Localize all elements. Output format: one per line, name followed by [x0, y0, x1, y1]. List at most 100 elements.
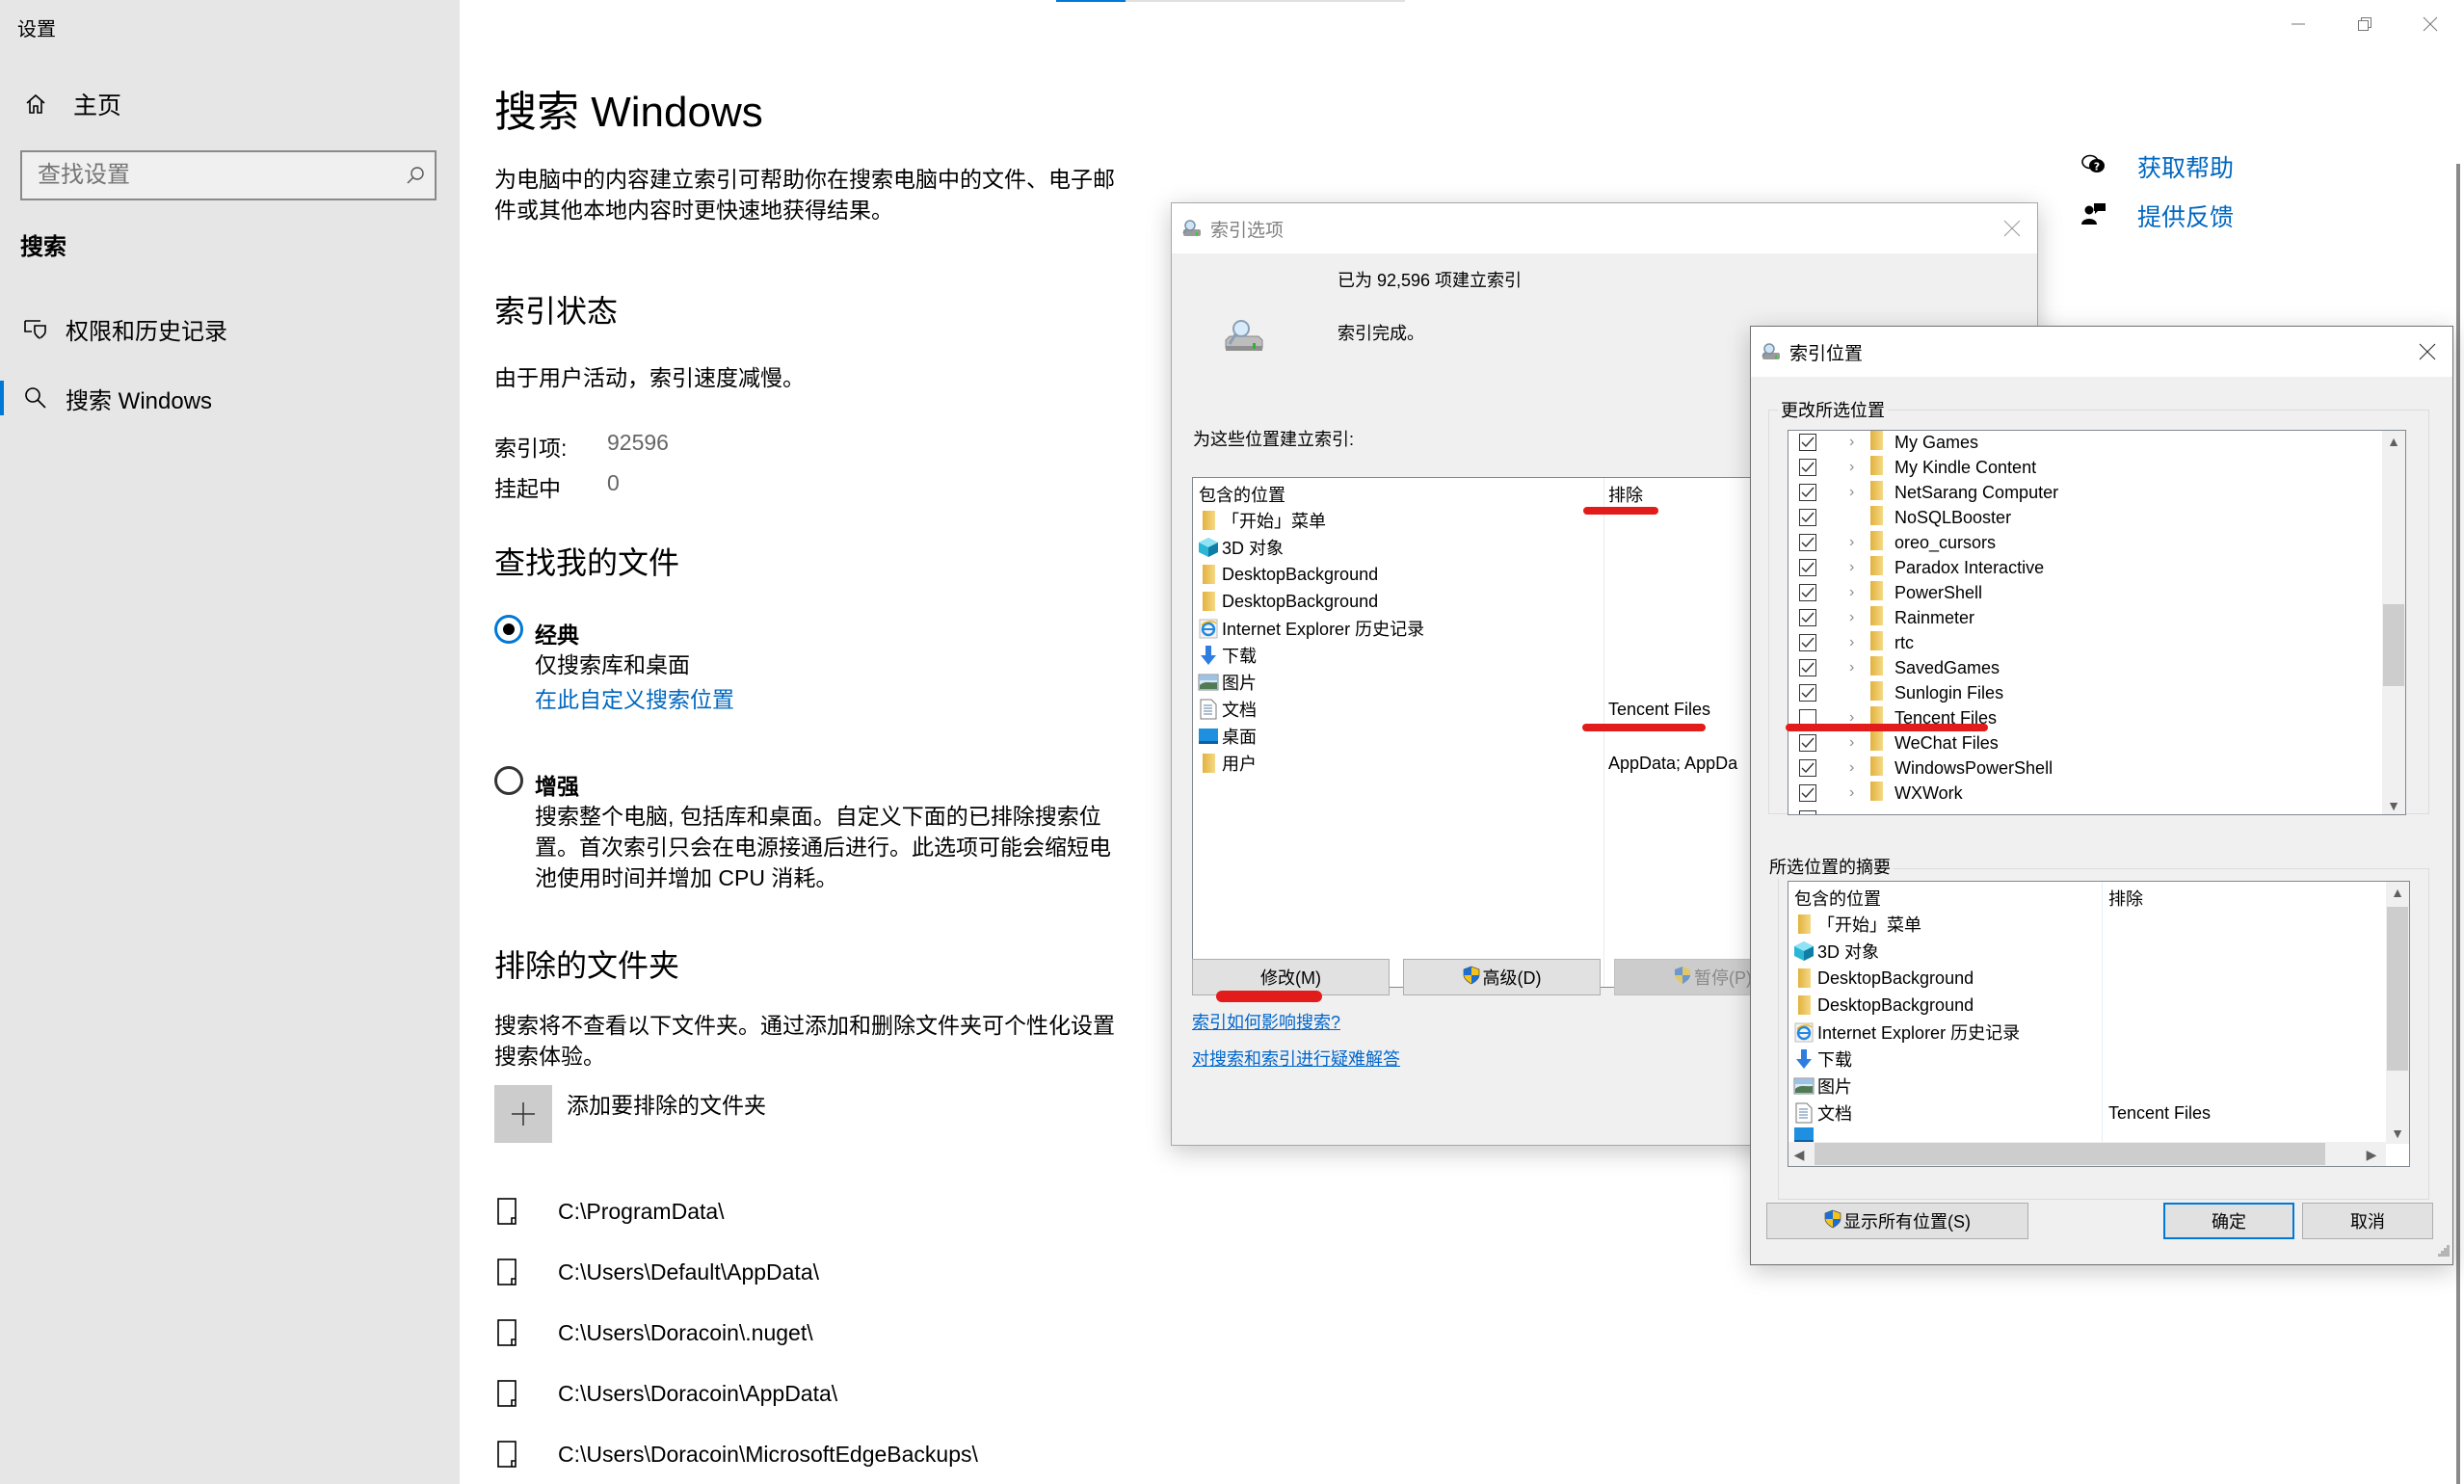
classic-option-title[interactable]: 经典 [535, 617, 579, 649]
minimize-button[interactable] [2269, 8, 2327, 40]
tree-row[interactable]: › My Kindle Content [1788, 455, 2036, 480]
excluded-folder-item[interactable]: C:\Users\Default\AppData\ [494, 1253, 819, 1291]
tree-row[interactable]: › WeChat Files [1788, 730, 1999, 755]
summary-list[interactable]: 包含的位置 排除 「开始」菜单 3D 对象 DesktopBackground Des… [1788, 881, 2410, 1167]
dialog-titlebar[interactable]: 索引选项 [1172, 203, 2037, 253]
indexed-location-row[interactable]: DesktopBackground [1197, 588, 1378, 615]
indexed-location-row[interactable]: 「开始」菜单 [1197, 507, 1326, 534]
tree-row[interactable]: › oreo_cursors [1788, 530, 1996, 555]
add-excluded-folder-button[interactable] [494, 1085, 552, 1143]
search-icon[interactable] [396, 166, 435, 185]
expand-chevron-icon[interactable]: › [1849, 459, 1865, 476]
excluded-folder-item[interactable]: C:\Users\Doracoin\AppData\ [494, 1374, 837, 1413]
summary-row[interactable]: 文档 [1792, 1100, 1852, 1126]
locations-tree[interactable]: › My Games › My Kindle Content › NetSarang Co… [1788, 430, 2406, 815]
indexed-location-row[interactable]: 图片 [1197, 669, 1257, 696]
expand-chevron-icon[interactable]: › [1849, 609, 1865, 626]
tree-row[interactable]: › Paradox Interactive [1788, 555, 2044, 580]
sidebar-item-permissions-history[interactable]: 权限和历史记录 [0, 302, 460, 356]
expand-chevron-icon[interactable]: › [1849, 634, 1865, 651]
expand-chevron-icon[interactable]: › [1849, 734, 1865, 752]
advanced-button[interactable]: 高级(D) [1403, 959, 1601, 995]
expand-chevron-icon[interactable]: › [1849, 659, 1865, 676]
enhanced-option-title[interactable]: 增强 [535, 768, 579, 801]
summary-horizontal-scrollbar[interactable]: ◀ ▶ [1788, 1142, 2386, 1166]
tree-checkbox[interactable] [1799, 810, 1816, 814]
expand-chevron-icon[interactable]: › [1849, 584, 1865, 601]
tree-checkbox[interactable] [1799, 584, 1816, 601]
give-feedback-link[interactable]: 提供反馈 [2081, 197, 2234, 235]
main-scrollbar[interactable] [2456, 164, 2460, 1484]
expand-chevron-icon[interactable]: › [1849, 559, 1865, 576]
expand-chevron-icon[interactable]: › [1849, 759, 1865, 777]
tree-row[interactable]: ›NoSQLBooster [1788, 505, 2011, 530]
expand-chevron-icon[interactable]: › [1849, 484, 1865, 501]
customize-search-locations-link[interactable]: 在此自定义搜索位置 [535, 681, 734, 714]
tree-checkbox[interactable] [1799, 559, 1816, 576]
expand-chevron-icon[interactable]: › [1849, 434, 1865, 451]
summary-column-included[interactable]: 包含的位置 [1794, 886, 1881, 911]
troubleshoot-link[interactable]: 对搜索和索引进行疑难解答 [1192, 1046, 1400, 1071]
indexed-location-row[interactable]: Internet Explorer 历史记录 [1197, 615, 1424, 642]
how-indexing-affects-link[interactable]: 索引如何影响搜索? [1192, 1009, 1340, 1034]
scroll-up-arrow[interactable]: ▲ [2386, 882, 2409, 903]
show-all-locations-button[interactable]: 显示所有位置(S) [1766, 1203, 2028, 1239]
settings-search-box[interactable] [20, 150, 437, 200]
scroll-thumb[interactable] [1815, 1143, 2325, 1165]
ok-button[interactable]: 确定 [2163, 1203, 2294, 1239]
summary-row[interactable]: 3D 对象 [1792, 938, 1879, 965]
dialog-close-button[interactable] [2412, 336, 2443, 367]
summary-row[interactable]: DesktopBackground [1792, 992, 1974, 1019]
excluded-folder-item[interactable]: C:\Users\Doracoin\MicrosoftEdgeBackups\ [494, 1435, 978, 1473]
tree-checkbox[interactable] [1799, 459, 1816, 476]
tree-row[interactable]: › SavedGames [1788, 655, 2000, 680]
tree-row[interactable]: › Rainmeter [1788, 605, 1974, 630]
tree-row[interactable]: › WXWork [1788, 781, 1963, 806]
column-header-included[interactable]: 包含的位置 [1199, 482, 1285, 507]
tree-checkbox[interactable] [1799, 434, 1816, 451]
tree-checkbox[interactable] [1799, 684, 1816, 702]
dialog-titlebar[interactable]: 索引位置 [1751, 327, 2452, 377]
close-window-button[interactable] [2401, 8, 2459, 40]
summary-vertical-scrollbar[interactable]: ▲ ▼ [2386, 882, 2409, 1144]
tree-checkbox[interactable] [1799, 634, 1816, 651]
scroll-thumb[interactable] [2387, 907, 2408, 1071]
resize-grip[interactable] [2438, 1244, 2450, 1261]
tree-row[interactable]: ›Sunlogin Files [1788, 680, 2003, 705]
expand-chevron-icon[interactable]: › [1849, 784, 1865, 802]
indexed-location-row[interactable]: 文档 [1197, 696, 1257, 723]
summary-row[interactable]: Internet Explorer 历史记录 [1792, 1019, 2020, 1046]
indexed-location-row[interactable]: 3D 对象 [1197, 534, 1284, 561]
indexed-location-row[interactable]: DesktopBackground [1197, 561, 1378, 588]
indexed-location-row[interactable]: 桌面 [1197, 723, 1257, 750]
tree-row[interactable]: › rtc [1788, 630, 1914, 655]
cancel-button[interactable]: 取消 [2302, 1203, 2433, 1239]
scroll-left-arrow[interactable]: ◀ [1788, 1144, 1810, 1165]
scroll-up-arrow[interactable]: ▲ [2382, 431, 2405, 452]
excluded-folder-item[interactable]: C:\ProgramData\ [494, 1192, 725, 1231]
tree-checkbox[interactable] [1799, 534, 1816, 551]
tree-row[interactable]: › NetSarang Computer [1788, 480, 2058, 505]
scroll-thumb[interactable] [2383, 604, 2404, 686]
add-excluded-folder-label[interactable]: 添加要排除的文件夹 [567, 1087, 766, 1120]
tree-checkbox[interactable] [1799, 509, 1816, 526]
get-help-link[interactable]: ? 获取帮助 [2081, 147, 2234, 186]
enhanced-radio[interactable] [494, 766, 523, 795]
summary-row[interactable]: DesktopBackground [1792, 965, 1974, 992]
restore-button[interactable] [2336, 8, 2394, 40]
tree-vertical-scrollbar[interactable]: ▲ ▼ [2382, 431, 2405, 814]
excluded-folder-item[interactable]: C:\Users\Doracoin\.nuget\ [494, 1313, 813, 1352]
tree-row[interactable]: › PowerShell [1788, 580, 1982, 605]
tree-checkbox[interactable] [1799, 609, 1816, 626]
expand-chevron-icon[interactable]: › [1849, 534, 1865, 551]
dialog-close-button[interactable] [1997, 213, 2027, 244]
sidebar-item-search-windows[interactable]: 搜索 Windows [0, 371, 460, 425]
scroll-down-arrow[interactable]: ▼ [2386, 1123, 2409, 1144]
tree-row[interactable]: › My Games [1788, 431, 1978, 455]
summary-row[interactable]: 「开始」菜单 [1792, 911, 1921, 938]
indexed-location-row[interactable]: 用户 [1197, 750, 1257, 777]
tree-checkbox[interactable] [1799, 759, 1816, 777]
scroll-right-arrow[interactable]: ▶ [2361, 1144, 2382, 1165]
summary-row[interactable]: 下载 [1792, 1046, 1852, 1073]
column-header-excluded[interactable]: 排除 [1608, 482, 1643, 507]
